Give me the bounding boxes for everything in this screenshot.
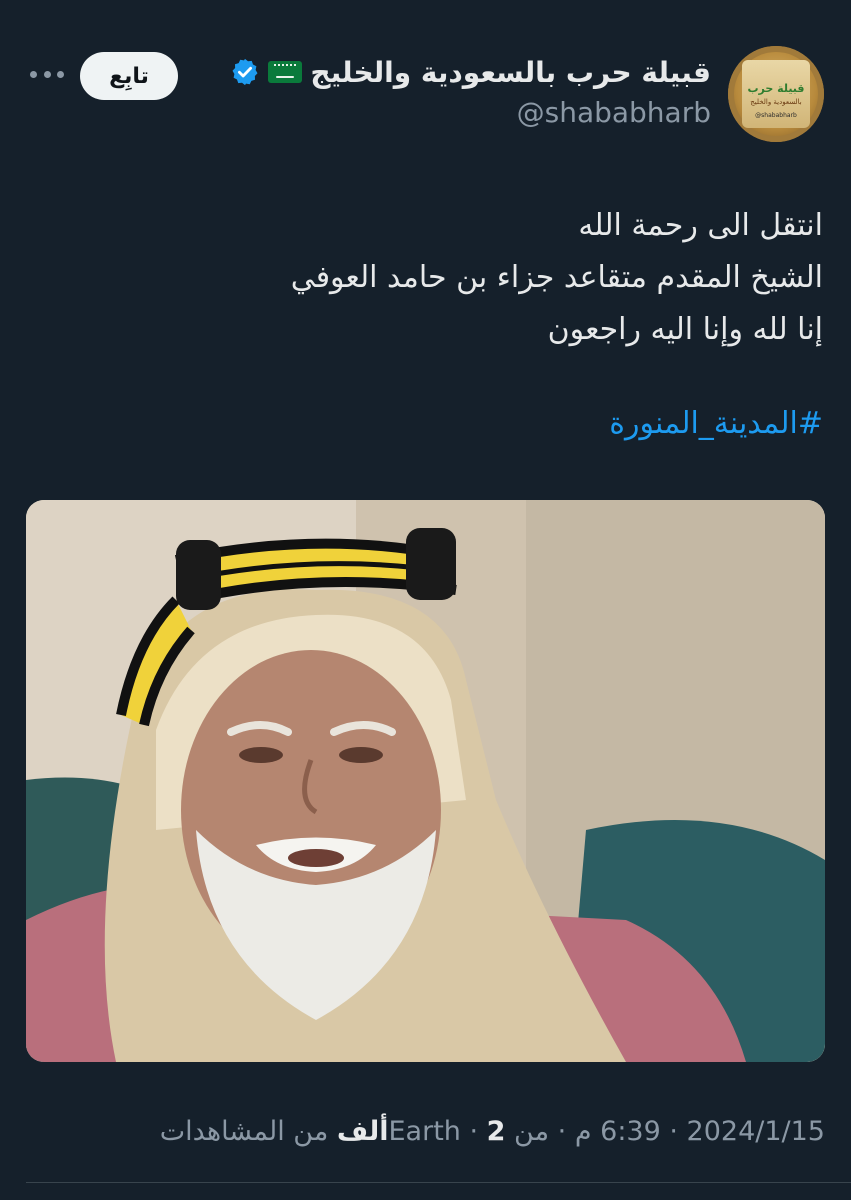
tweet-time[interactable]: 6:39 م: [575, 1116, 661, 1147]
tweet-text: انتقل الى رحمة الله الشيخ المقدم متقاعد …: [43, 200, 823, 356]
avatar-logo: قبيلة حرب بالسعودية والخليج @shababharb: [742, 60, 810, 128]
tweet-meta: 2024/1/15 · 6:39 م · من Earth · 2ألف من …: [160, 1116, 825, 1147]
avatar-logo-handle: @shababharb: [755, 112, 797, 119]
follow-button[interactable]: تابِع: [80, 52, 178, 100]
avatar-logo-subtitle: بالسعودية والخليج: [750, 98, 802, 106]
saudi-flag-icon: [268, 61, 303, 83]
author-avatar[interactable]: قبيلة حرب بالسعودية والخليج @shababharb: [728, 46, 824, 142]
verified-badge-icon: [232, 58, 258, 86]
hashtag-link[interactable]: #المدينة_المنورة: [609, 398, 823, 450]
meta-separator: ·: [469, 1116, 487, 1147]
tweet-text-line: إنا لله وإنا اليه راجعون: [547, 312, 823, 347]
author-handle[interactable]: @shababharb: [517, 96, 711, 129]
avatar-logo-title: قبيلة حرب: [747, 82, 805, 95]
tweet-card: قبيلة حرب بالسعودية والخليج @shababharb …: [0, 0, 851, 1200]
author-display-name[interactable]: قبيلة حرب بالسعودية والخليج: [310, 56, 711, 89]
tweet-text-line: الشيخ المقدم متقاعد جزاء بن حامد العوفي: [290, 260, 823, 295]
photo-illustration: [26, 500, 825, 1062]
divider: [26, 1182, 851, 1183]
author-name-row[interactable]: قبيلة حرب بالسعودية والخليج: [230, 52, 711, 92]
more-icon[interactable]: [30, 68, 64, 80]
meta-separator: ·: [549, 1116, 567, 1147]
views-label: من المشاهدات: [159, 1116, 329, 1147]
tweet-photo[interactable]: [26, 500, 825, 1062]
meta-separator: ·: [660, 1116, 678, 1147]
tweet-text-line: انتقل الى رحمة الله: [578, 208, 823, 243]
tweet-date[interactable]: 2024/1/15: [687, 1116, 825, 1147]
